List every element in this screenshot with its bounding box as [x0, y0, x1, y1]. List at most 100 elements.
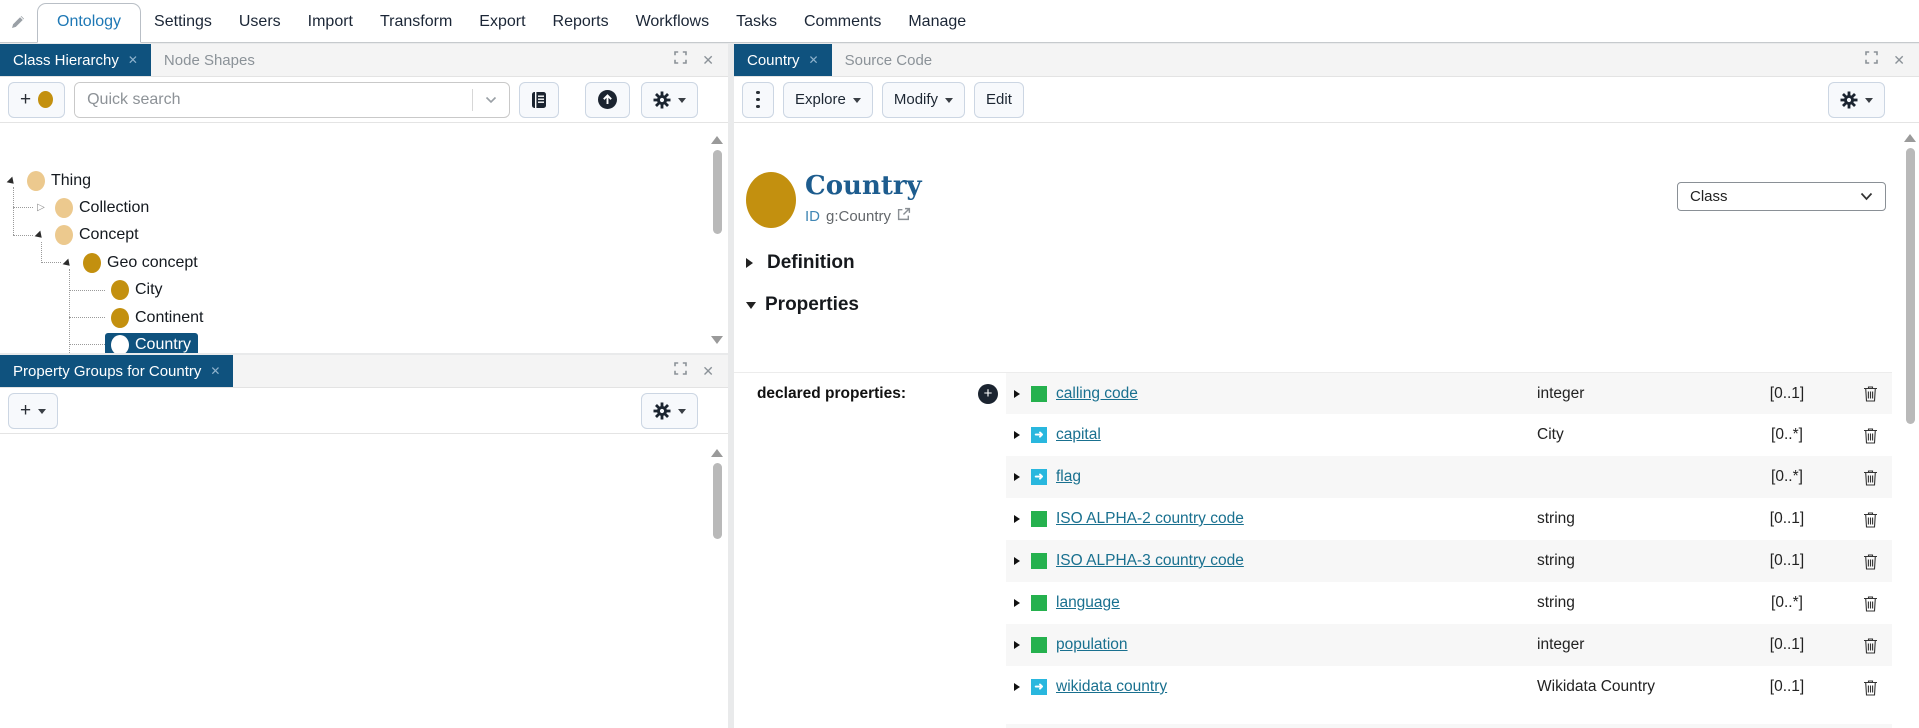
- id-label: ID: [805, 207, 820, 225]
- tab-source-code[interactable]: Source Code: [832, 44, 946, 76]
- modify-button[interactable]: Modify: [881, 81, 966, 118]
- menu-item-transform[interactable]: Transform: [380, 4, 452, 42]
- tab-country[interactable]: Country ✕: [734, 44, 832, 76]
- tree-item-thing[interactable]: Thing: [0, 167, 706, 194]
- expanded-caret-icon[interactable]: [62, 258, 76, 272]
- expand-property-icon[interactable]: [1014, 473, 1024, 481]
- expand-property-icon[interactable]: [1014, 683, 1024, 691]
- property-row-language: language string [0..*]: [734, 582, 1892, 624]
- tab-node-shapes[interactable]: Node Shapes: [151, 44, 268, 76]
- edit-button[interactable]: Edit: [974, 81, 1024, 118]
- close-tab-icon[interactable]: ✕: [210, 364, 220, 378]
- external-link-icon[interactable]: [897, 207, 911, 226]
- delete-property-button[interactable]: [1832, 595, 1884, 612]
- collapsed-caret-icon[interactable]: ▷: [33, 200, 49, 216]
- maximize-panel-icon[interactable]: [1865, 51, 1879, 69]
- tab-property-groups[interactable]: Property Groups for Country ✕: [0, 355, 234, 387]
- tree-item-label: Concept: [79, 226, 139, 244]
- menu-item-settings[interactable]: Settings: [154, 4, 212, 42]
- property-groups-panel: Property Groups for Country ✕ ✕ + Labels…: [0, 355, 728, 728]
- search-input[interactable]: [75, 82, 473, 117]
- property-link[interactable]: capital: [1056, 426, 1537, 444]
- add-property-button[interactable]: +: [978, 383, 998, 404]
- detail-scrollbar[interactable]: [1902, 128, 1918, 720]
- tree-item-country[interactable]: Country: [0, 331, 706, 353]
- property-link[interactable]: population: [1056, 636, 1537, 654]
- property-link[interactable]: ISO ALPHA-2 country code: [1056, 510, 1537, 528]
- close-tab-icon[interactable]: ✕: [809, 53, 819, 67]
- glossary-button[interactable]: [519, 81, 560, 118]
- class-tree-scrollbar[interactable]: [709, 130, 725, 350]
- property-link[interactable]: ISO ALPHA-3 country code: [1056, 552, 1537, 570]
- expand-property-icon[interactable]: [1014, 557, 1024, 565]
- delete-property-button[interactable]: [1832, 427, 1884, 444]
- chevron-down-icon: [678, 97, 686, 107]
- tab-class-hierarchy[interactable]: Class Hierarchy ✕: [0, 44, 151, 76]
- menu-item-comments[interactable]: Comments: [804, 4, 881, 42]
- more-actions-button[interactable]: [742, 81, 774, 118]
- menu-item-workflows[interactable]: Workflows: [636, 4, 710, 42]
- close-panel-icon[interactable]: ✕: [1893, 52, 1905, 69]
- delete-icon: [1864, 553, 1877, 570]
- expand-property-icon[interactable]: [1014, 641, 1024, 649]
- property-link[interactable]: language: [1056, 594, 1537, 612]
- scroll-down-icon: [711, 336, 723, 350]
- menu-item-reports[interactable]: Reports: [553, 4, 609, 42]
- delete-property-button[interactable]: [1832, 553, 1884, 570]
- property-groups-scrollbar[interactable]: [709, 443, 725, 643]
- property-row-population: population integer [0..1]: [734, 624, 1892, 666]
- search-options-chevron-icon[interactable]: [473, 96, 509, 104]
- property-type: string: [1537, 552, 1575, 569]
- menu-item-manage[interactable]: Manage: [908, 4, 966, 42]
- tree-item-collection[interactable]: ▷ Collection: [0, 194, 706, 221]
- tree-item-geo-concept[interactable]: Geo concept: [0, 249, 706, 276]
- menu-item-import[interactable]: Import: [308, 4, 353, 42]
- expanded-caret-icon[interactable]: [34, 230, 48, 244]
- expanded-caret-icon[interactable]: [6, 176, 20, 189]
- property-link[interactable]: flag: [1056, 468, 1537, 486]
- delete-property-button[interactable]: [1832, 469, 1884, 486]
- expand-property-icon[interactable]: [1014, 389, 1024, 398]
- property-link[interactable]: calling code: [1056, 385, 1537, 403]
- close-panel-icon[interactable]: ✕: [702, 52, 714, 69]
- tree-item-city[interactable]: City: [0, 277, 706, 304]
- maximize-panel-icon[interactable]: [674, 362, 688, 380]
- class-type-select[interactable]: Class: [1677, 182, 1886, 211]
- add-property-group-button[interactable]: +: [8, 392, 59, 429]
- expand-property-icon[interactable]: [1014, 431, 1024, 439]
- maximize-panel-icon[interactable]: [674, 51, 688, 69]
- plus-icon: +: [20, 400, 32, 421]
- definition-section-header[interactable]: Definition: [746, 252, 855, 274]
- explore-button[interactable]: Explore: [783, 81, 873, 118]
- expand-property-icon[interactable]: [1014, 515, 1024, 523]
- property-cardinality: [0..*]: [1771, 594, 1803, 611]
- delete-property-button[interactable]: [1832, 637, 1884, 654]
- properties-table: declared properties: + calling code integer…: [734, 372, 1892, 728]
- properties-section-header[interactable]: Properties: [746, 294, 859, 316]
- menu-item-export[interactable]: Export: [479, 4, 525, 42]
- group-settings-button[interactable]: [641, 392, 698, 429]
- menu-item-tasks[interactable]: Tasks: [736, 4, 777, 42]
- delete-property-button[interactable]: [1832, 511, 1884, 528]
- kebab-menu-icon: [756, 90, 760, 109]
- tab-label: Property Groups for Country: [13, 362, 202, 380]
- delete-property-button[interactable]: [1832, 385, 1884, 402]
- tree-item-label: Geo concept: [107, 253, 198, 271]
- tree-item-concept[interactable]: Concept: [0, 222, 706, 249]
- close-tab-icon[interactable]: ✕: [128, 53, 138, 67]
- object-property-icon: ➜: [1031, 679, 1047, 695]
- menu-item-ontology[interactable]: Ontology: [37, 3, 142, 43]
- detail-settings-button[interactable]: [1828, 81, 1885, 118]
- class-circle-icon: [111, 280, 129, 301]
- expand-property-icon[interactable]: [1014, 599, 1024, 607]
- property-link[interactable]: wikidata country: [1056, 678, 1537, 696]
- tree-item-continent[interactable]: Continent: [0, 304, 706, 331]
- go-to-parent-button[interactable]: [585, 81, 630, 118]
- menu-item-users[interactable]: Users: [239, 4, 281, 42]
- delete-icon: [1864, 511, 1877, 528]
- datatype-property-icon: [1031, 385, 1047, 402]
- tree-settings-button[interactable]: [641, 81, 698, 118]
- add-class-button[interactable]: +: [8, 81, 66, 118]
- close-panel-icon[interactable]: ✕: [702, 363, 714, 380]
- delete-property-button[interactable]: [1832, 679, 1884, 696]
